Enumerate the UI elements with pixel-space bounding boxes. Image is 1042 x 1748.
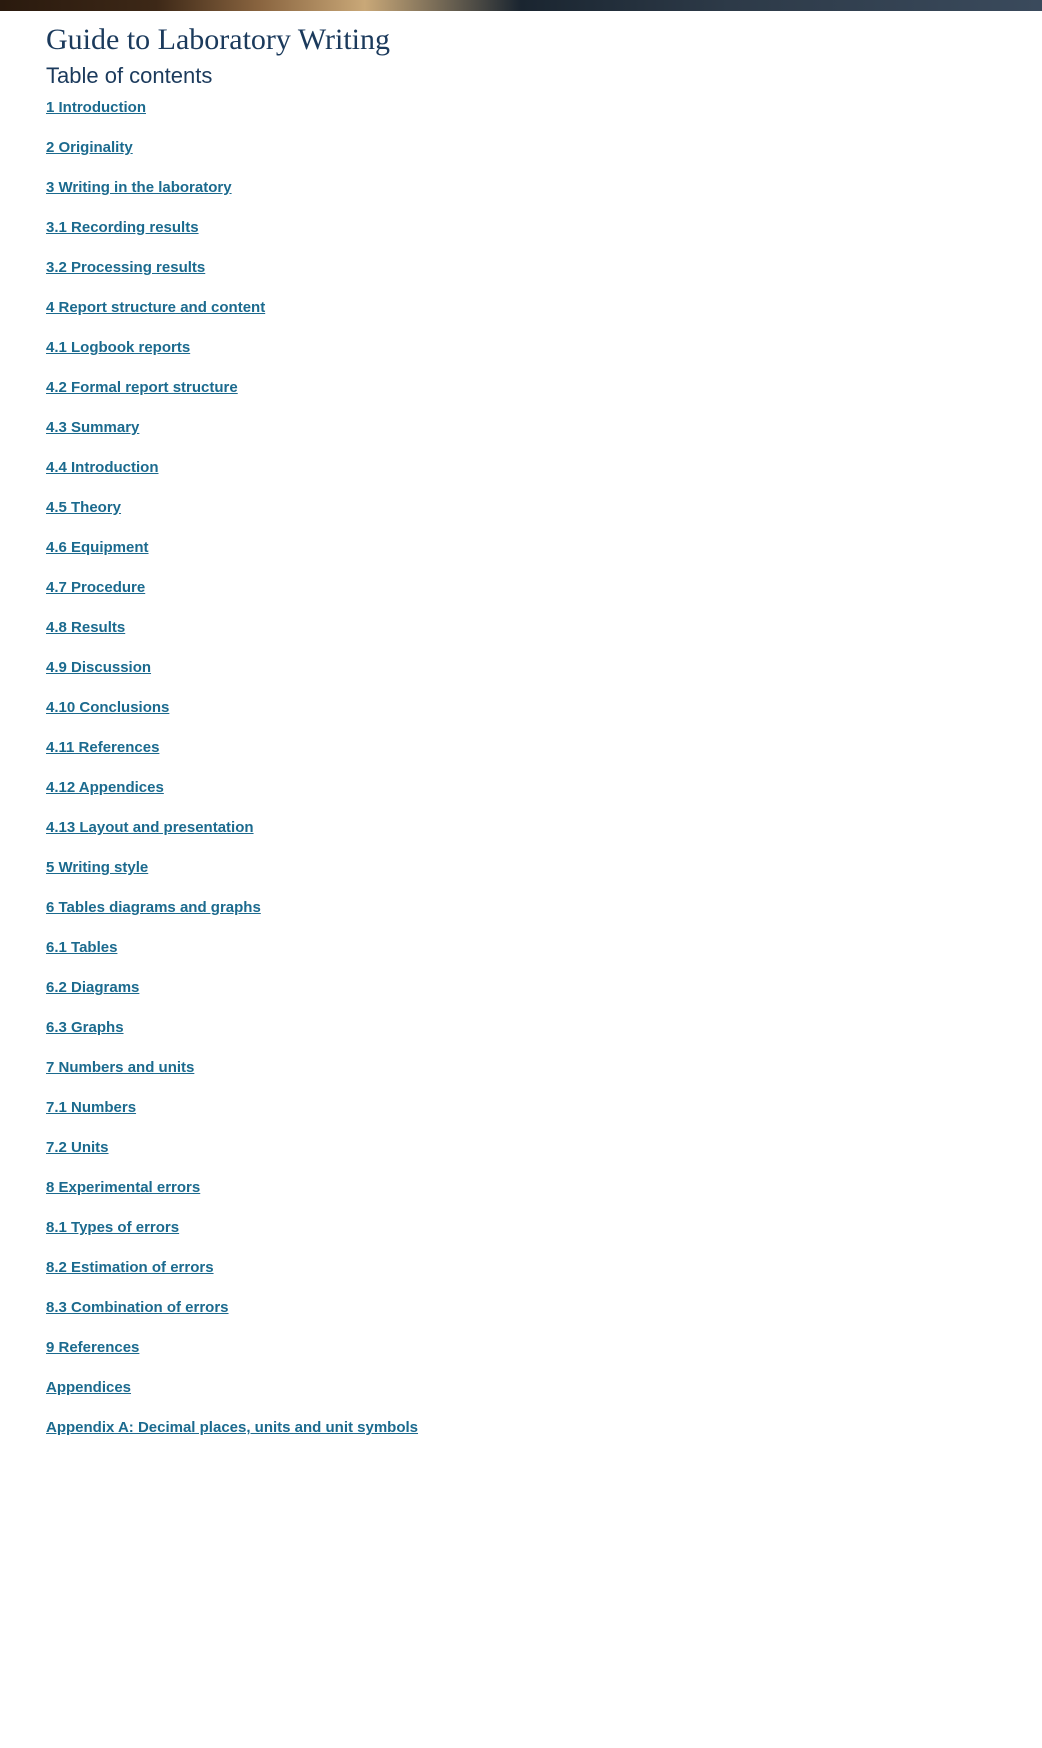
toc-link[interactable]: 3.1 Recording results: [46, 219, 199, 236]
toc-item: 7.2 Units: [46, 1139, 996, 1157]
toc-item: 3.2 Processing results: [46, 259, 996, 277]
toc-link[interactable]: Appendices: [46, 1379, 131, 1396]
toc-item: 6.3 Graphs: [46, 1019, 996, 1037]
toc-link[interactable]: 4.9 Discussion: [46, 659, 151, 676]
toc-link[interactable]: 7.2 Units: [46, 1139, 109, 1156]
toc-link[interactable]: 4.6 Equipment: [46, 539, 149, 556]
toc-item: 8.3 Combination of errors: [46, 1299, 996, 1317]
main-content: Guide to Laboratory Writing Table of con…: [0, 11, 1042, 1479]
toc-item: 4.4 Introduction: [46, 459, 996, 477]
toc-link[interactable]: 8.3 Combination of errors: [46, 1299, 229, 1316]
toc-item: 1 Introduction: [46, 99, 996, 117]
toc-link[interactable]: 4.4 Introduction: [46, 459, 159, 476]
toc-link[interactable]: 4.3 Summary: [46, 419, 139, 436]
toc-item: 4.7 Procedure: [46, 579, 996, 597]
toc-link[interactable]: 4 Report structure and content: [46, 299, 265, 316]
toc-link[interactable]: 4.13 Layout and presentation: [46, 819, 254, 836]
toc-item: 7 Numbers and units: [46, 1059, 996, 1077]
toc-item: Appendices: [46, 1379, 996, 1397]
toc-item: 4.13 Layout and presentation: [46, 819, 996, 837]
toc-item: 4.10 Conclusions: [46, 699, 996, 717]
toc-item: 4.3 Summary: [46, 419, 996, 437]
toc-item: 6.1 Tables: [46, 939, 996, 957]
toc-link[interactable]: 4.1 Logbook reports: [46, 339, 190, 356]
toc-item: 8 Experimental errors: [46, 1179, 996, 1197]
toc-link[interactable]: 4.10 Conclusions: [46, 699, 169, 716]
page-title: Guide to Laboratory Writing: [46, 23, 996, 57]
toc-link[interactable]: 6 Tables diagrams and graphs: [46, 899, 261, 916]
toc-link[interactable]: 6.1 Tables: [46, 939, 117, 956]
toc-link[interactable]: 6.3 Graphs: [46, 1019, 124, 1036]
toc-link[interactable]: 4.12 Appendices: [46, 779, 164, 796]
toc-item: 4.5 Theory: [46, 499, 996, 517]
toc-item: 9 References: [46, 1339, 996, 1357]
toc-item: 7.1 Numbers: [46, 1099, 996, 1117]
toc-link[interactable]: 1 Introduction: [46, 99, 146, 116]
toc-item: 4.1 Logbook reports: [46, 339, 996, 357]
toc-link[interactable]: 4.2 Formal report structure: [46, 379, 238, 396]
toc-link[interactable]: 8 Experimental errors: [46, 1179, 200, 1196]
toc-link[interactable]: 6.2 Diagrams: [46, 979, 139, 996]
toc-link[interactable]: 2 Originality: [46, 139, 133, 156]
toc-link[interactable]: 5 Writing style: [46, 859, 148, 876]
toc-item: 8.1 Types of errors: [46, 1219, 996, 1237]
toc-item: 4.9 Discussion: [46, 659, 996, 677]
toc-link[interactable]: 8.1 Types of errors: [46, 1219, 179, 1236]
toc-list: 1 Introduction 2 Originality 3 Writing in …: [46, 99, 996, 1437]
toc-link[interactable]: 7.1 Numbers: [46, 1099, 136, 1116]
toc-link[interactable]: 7 Numbers and units: [46, 1059, 194, 1076]
toc-link[interactable]: 3 Writing in the laboratory: [46, 179, 232, 196]
toc-link[interactable]: 4.7 Procedure: [46, 579, 145, 596]
toc-item: 4.11 References: [46, 739, 996, 757]
toc-link[interactable]: 3.2 Processing results: [46, 259, 205, 276]
toc-item: 3.1 Recording results: [46, 219, 996, 237]
toc-link[interactable]: 4.11 References: [46, 739, 159, 756]
toc-item: 6.2 Diagrams: [46, 979, 996, 997]
toc-item: 8.2 Estimation of errors: [46, 1259, 996, 1277]
toc-link[interactable]: Appendix A: Decimal places, units and un…: [46, 1419, 418, 1436]
toc-item: 5 Writing style: [46, 859, 996, 877]
toc-item: 3 Writing in the laboratory: [46, 179, 996, 197]
toc-item: 4 Report structure and content: [46, 299, 996, 317]
toc-link[interactable]: 4.5 Theory: [46, 499, 121, 516]
toc-item: Appendix A: Decimal places, units and un…: [46, 1419, 996, 1437]
toc-heading: Table of contents: [46, 63, 996, 89]
hero-banner: [0, 0, 1042, 11]
toc-item: 2 Originality: [46, 139, 996, 157]
toc-item: 4.6 Equipment: [46, 539, 996, 557]
toc-item: 4.2 Formal report structure: [46, 379, 996, 397]
toc-link[interactable]: 4.8 Results: [46, 619, 125, 636]
toc-item: 6 Tables diagrams and graphs: [46, 899, 996, 917]
toc-item: 4.8 Results: [46, 619, 996, 637]
toc-item: 4.12 Appendices: [46, 779, 996, 797]
toc-link[interactable]: 8.2 Estimation of errors: [46, 1259, 214, 1276]
toc-link[interactable]: 9 References: [46, 1339, 139, 1356]
